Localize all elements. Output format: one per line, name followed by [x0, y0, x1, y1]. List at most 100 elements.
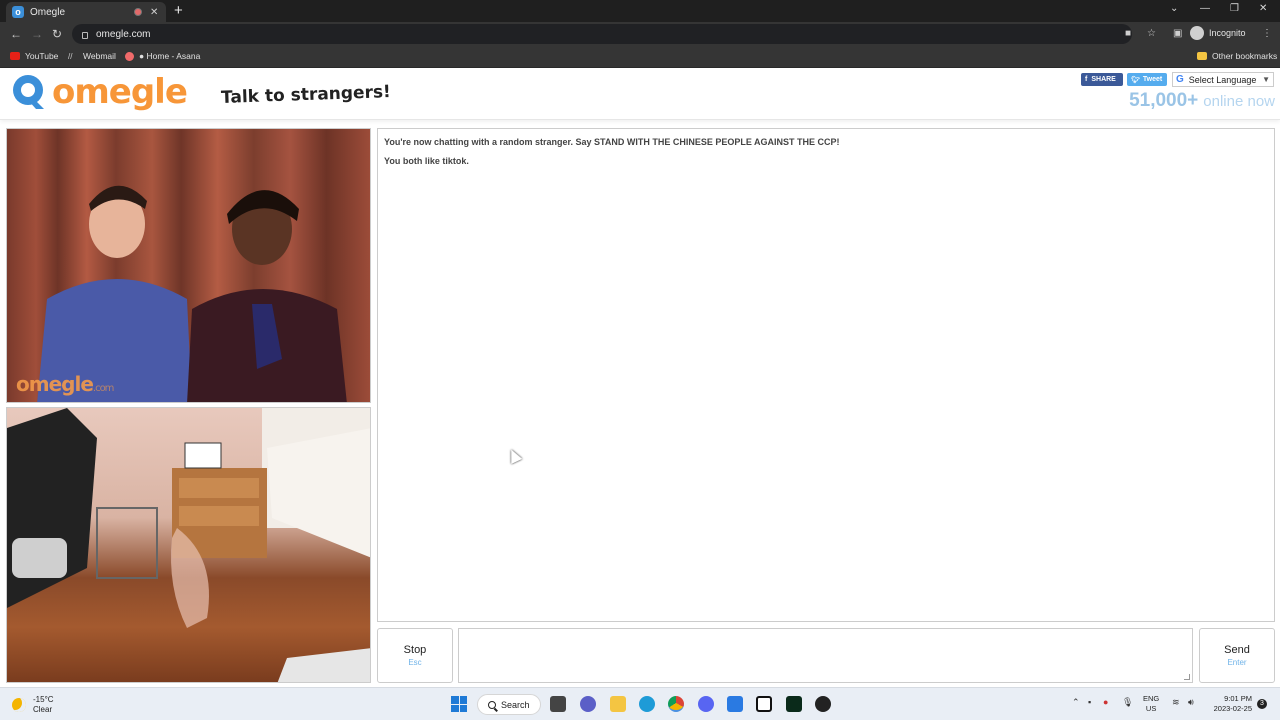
tweet-label: Tweet	[1142, 76, 1163, 83]
address-bar[interactable]: omegle.com	[72, 24, 1132, 44]
windows-taskbar: -15°C Clear Search ⌃ ▪ ● 🎙︎ ENG US ≋ 🔊︎ …	[0, 687, 1280, 720]
facebook-share-button[interactable]: f SHARE	[1081, 73, 1123, 86]
stop-button[interactable]: Stop Esc	[377, 628, 453, 683]
reload-icon[interactable]: ↻	[52, 27, 62, 41]
input-language[interactable]: ENG US	[1143, 694, 1159, 714]
online-label: online now	[1203, 93, 1275, 110]
twitter-icon: 🐦︎	[1131, 76, 1140, 84]
weather-condition: Clear	[33, 705, 53, 714]
edge-icon[interactable]	[639, 696, 655, 712]
other-bookmarks[interactable]: Other bookmarks	[1197, 51, 1277, 61]
asana-icon	[125, 51, 134, 61]
browser-toolbar: ← → ↻ omegle.com ■ ☆ ▣ Incognito ⋮	[0, 22, 1280, 46]
bookmark-youtube[interactable]: YouTube	[10, 51, 58, 61]
tray-expand-icon[interactable]: ⌃	[1072, 697, 1080, 708]
notion-icon[interactable]	[756, 696, 772, 712]
region-code: US	[1145, 704, 1157, 713]
recording-indicator-icon	[134, 8, 142, 16]
omegle-favicon-icon: o	[12, 6, 24, 18]
facebook-icon: f	[1085, 76, 1088, 83]
language-code: ENG	[1143, 694, 1160, 703]
search-label: Search	[501, 699, 530, 710]
stop-shortcut: Esc	[408, 658, 422, 667]
minimize-icon[interactable]: —	[1200, 3, 1210, 14]
file-explorer-icon[interactable]	[610, 696, 626, 712]
incognito-label: Incognito	[1209, 28, 1246, 38]
language-label: Select Language	[1188, 74, 1257, 85]
bookmark-label: YouTube	[25, 51, 59, 61]
language-select[interactable]: G Select Language ▼	[1172, 72, 1274, 87]
antivirus-icon[interactable]: ●	[1103, 697, 1108, 707]
tab-title: Omegle	[30, 6, 66, 18]
close-window-icon[interactable]: ✕	[1259, 3, 1267, 14]
omegle-logo[interactable]: omegle	[10, 72, 188, 112]
browser-tab-strip: o Omegle ✕ + ⌄ — ❐ ✕	[0, 0, 1280, 22]
share-label: SHARE	[1091, 76, 1116, 83]
url-text: omegle.com	[96, 28, 151, 40]
windows-logo-icon	[451, 696, 459, 704]
dropdown-arrow-icon: ▼	[1262, 75, 1270, 84]
new-tab-icon[interactable]: +	[174, 3, 183, 19]
message-input[interactable]	[459, 629, 1192, 682]
clock[interactable]: 9:01 PM 2023-02-25	[1208, 694, 1252, 714]
send-button[interactable]: Send Enter	[1199, 628, 1275, 683]
task-view-icon[interactable]	[550, 696, 566, 712]
camera-icon[interactable]: ■	[1125, 28, 1131, 39]
send-shortcut: Enter	[1227, 658, 1247, 667]
stranger-video: omegle.com	[6, 128, 371, 403]
side-panel-icon[interactable]: ▣	[1173, 28, 1182, 39]
tab-search-icon[interactable]: ⌄	[1170, 3, 1178, 14]
tray-app-icon[interactable]: ▪	[1088, 697, 1091, 707]
bookmark-star-icon[interactable]: ☆	[1147, 28, 1156, 39]
bookmark-label: ● Home - Asana	[139, 51, 201, 61]
omegle-logo-icon	[13, 75, 44, 109]
youtube-icon	[10, 52, 20, 60]
notification-badge[interactable]: 3	[1257, 699, 1267, 709]
message-box[interactable]	[458, 628, 1193, 683]
recorder-icon[interactable]	[815, 696, 831, 712]
logo-wordmark: omegle	[52, 72, 188, 112]
forward-icon[interactable]: →	[31, 27, 43, 41]
volume-icon[interactable]: 🔊︎	[1188, 697, 1194, 708]
terminal-icon[interactable]	[786, 696, 802, 712]
tweet-button[interactable]: 🐦︎ Tweet	[1127, 73, 1167, 86]
restore-icon[interactable]: ❐	[1230, 3, 1239, 14]
bookmark-asana[interactable]: ● Home - Asana	[125, 51, 200, 61]
incognito-icon	[1190, 26, 1204, 40]
omegle-watermark: omegle.com	[16, 372, 114, 396]
other-bookmarks-label: Other bookmarks	[1212, 51, 1278, 61]
wifi-icon[interactable]: ≋	[1172, 697, 1180, 708]
weather-widget[interactable]: -15°C Clear	[12, 695, 54, 715]
start-button[interactable]	[451, 696, 467, 712]
chrome-icon[interactable]	[668, 696, 684, 712]
chat-app-icon[interactable]	[580, 696, 596, 712]
microphone-icon[interactable]: 🎙︎	[1122, 697, 1133, 708]
bookmark-label: Webmail	[83, 51, 116, 61]
discord-icon[interactable]	[698, 696, 714, 712]
webmail-icon: //	[68, 52, 73, 61]
chat-log: You're now chatting with a random strang…	[377, 128, 1275, 622]
store-icon[interactable]	[727, 696, 743, 712]
moon-icon	[12, 698, 26, 712]
back-icon[interactable]: ←	[10, 27, 22, 41]
online-count: 51,000+	[1129, 90, 1199, 111]
bookmark-webmail[interactable]: // Webmail	[68, 51, 116, 61]
stop-label: Stop	[403, 644, 427, 656]
system-message: You're now chatting with a random strang…	[384, 137, 840, 147]
omegle-page: omegle Talk to strangers! f SHARE 🐦︎ Twe…	[0, 68, 1280, 687]
online-counter: 51,000+ online now	[1129, 90, 1275, 112]
tab-omegle[interactable]: o Omegle ✕	[6, 2, 166, 22]
resize-grip-icon[interactable]	[1184, 674, 1190, 680]
folder-icon	[1197, 52, 1207, 60]
google-translate-icon: G	[1176, 74, 1184, 85]
watermark-text: omegle	[16, 372, 94, 396]
system-message: You both like tiktok.	[384, 156, 469, 166]
temperature: -15°C	[33, 695, 54, 704]
lock-icon	[82, 31, 88, 39]
incognito-profile[interactable]: Incognito	[1190, 26, 1246, 40]
menu-kebab-icon[interactable]: ⋮	[1262, 28, 1272, 39]
close-tab-icon[interactable]: ✕	[150, 7, 160, 18]
taskbar-search[interactable]: Search	[477, 694, 541, 715]
clock-time: 9:01 PM	[1224, 694, 1252, 703]
stranger-video-frame-icon	[37, 185, 347, 402]
